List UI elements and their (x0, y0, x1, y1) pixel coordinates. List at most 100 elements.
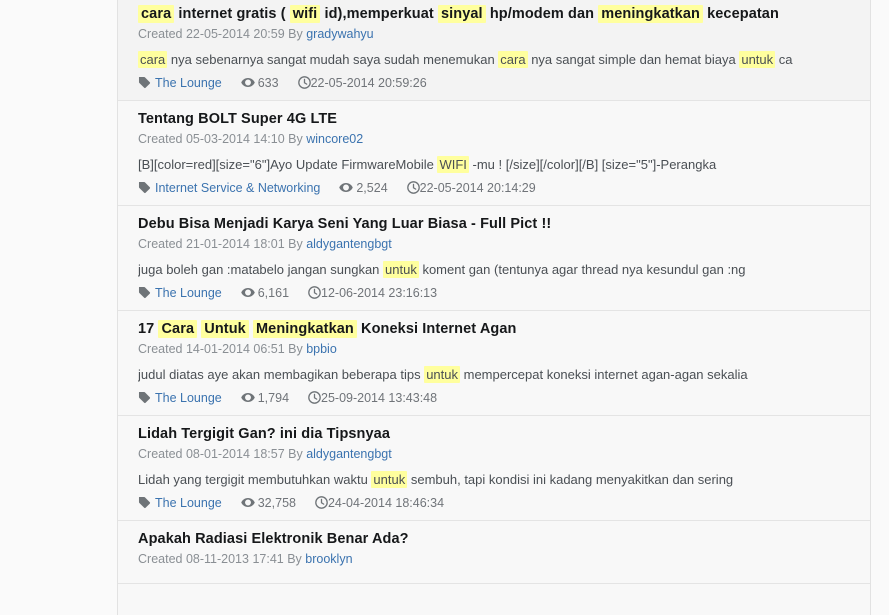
result-title[interactable]: Tentang BOLT Super 4G LTE (138, 109, 850, 130)
result-title[interactable]: cara internet gratis ( wifi id),memperku… (138, 4, 850, 25)
result-forum-link[interactable]: Internet Service & Networking (155, 181, 320, 195)
snippet-text: sembuh, tapi kondisi ini kadang menyakit… (407, 472, 734, 487)
snippet-highlight: cara (498, 51, 528, 68)
result-snippet: [B][color=red][size="6"]Ayo Update Firmw… (138, 155, 850, 174)
result-timestamp: 24-04-2014 18:46:34 (315, 495, 444, 512)
snippet-text: koment gan (tentunya agar thread nya kes… (418, 262, 746, 277)
title-highlight: meningkatkan (598, 5, 703, 23)
snippet-highlight: untuk (739, 51, 776, 68)
created-date: 08-11-2013 17:41 (185, 552, 284, 566)
created-label: Created (138, 237, 186, 251)
search-results-list: cara internet gratis ( wifi id),memperku… (117, 0, 871, 615)
clock-icon (315, 496, 328, 509)
title-text: id),memperkuat (320, 6, 438, 22)
by-label: By (284, 132, 307, 146)
left-gutter (0, 0, 117, 615)
snippet-text: judul diatas aye akan membagikan beberap… (138, 367, 425, 382)
title-text: internet gratis ( (174, 6, 290, 22)
title-text: hp/modem dan (485, 6, 599, 22)
result-author-link[interactable]: bpbio (306, 342, 337, 356)
title-text: Apakah Radiasi Elektronik Benar Ada? (138, 531, 409, 547)
result-views: 6,161 (240, 285, 290, 302)
title-highlight: Untuk (201, 320, 249, 338)
title-highlight: sinyal (437, 5, 486, 23)
result-title[interactable]: Apakah Radiasi Elektronik Benar Ada? (138, 529, 850, 550)
result-snippet: judul diatas aye akan membagikan beberap… (138, 365, 850, 384)
result-forum-link[interactable]: The Lounge (155, 496, 222, 510)
result-snippet: juga boleh gan :matabelo jangan sungkan … (138, 260, 850, 279)
snippet-text: ca (775, 52, 793, 67)
result-views-count: 32,758 (257, 496, 296, 510)
search-result-row[interactable]: Tentang BOLT Super 4G LTE Created 05-03-2… (118, 101, 870, 206)
result-views: 633 (240, 75, 279, 92)
title-text: Lidah Tergigit Gan? ini dia Tipsnyaa (138, 426, 391, 442)
title-text: Tentang BOLT Super 4G LTE (138, 111, 338, 127)
snippet-text: mempercepat koneksi internet agan-agan s… (460, 367, 748, 382)
result-meta: The Lounge 6,161 12-06-2014 23:16:13 (138, 285, 850, 302)
created-label: Created (138, 342, 186, 356)
search-result-row[interactable]: Apakah Radiasi Elektronik Benar Ada? Crea… (118, 521, 870, 584)
title-highlight: Meningkatkan (253, 320, 357, 338)
by-label: By (284, 342, 307, 356)
result-created-line: Created 08-01-2014 18:57 By aldygantengb… (138, 446, 850, 463)
result-author-link[interactable]: aldygantengbgt (306, 447, 392, 461)
snippet-text: nya sangat simple dan hemat biaya (527, 52, 740, 67)
result-created-line: Created 08-11-2013 17:41 By brooklyn (138, 551, 850, 568)
title-text: Koneksi Internet Agan (356, 321, 517, 337)
snippet-highlight: WIFI (437, 156, 469, 173)
snippet-highlight: cara (138, 51, 168, 68)
result-meta: The Lounge 1,794 25-09-2014 13:43:48 (138, 390, 850, 407)
snippet-text: [B][color=red][size="6"]Ayo Update Firmw… (138, 157, 438, 172)
result-forum-link[interactable]: The Lounge (155, 286, 222, 300)
eye-icon (240, 76, 255, 89)
result-created-line: Created 21-01-2014 18:01 By aldygantengb… (138, 236, 850, 253)
created-date: 14-01-2014 06:51 (185, 342, 285, 356)
clock-icon (308, 286, 321, 299)
tag-icon (138, 181, 151, 194)
result-forum-link[interactable]: The Lounge (155, 76, 222, 90)
result-views: 1,794 (240, 390, 289, 407)
created-label: Created (138, 447, 186, 461)
result-created-line: Created 05-03-2014 14:10 By wincore02 (138, 131, 850, 148)
result-title[interactable]: 17 Cara Untuk Meningkatkan Koneksi Inter… (138, 319, 850, 340)
snippet-text: -mu ! [/size][/color][/B] [size="5"]-Per… (468, 157, 717, 172)
created-label: Created (138, 132, 186, 146)
search-result-row[interactable]: Debu Bisa Menjadi Karya Seni Yang Luar B… (118, 206, 870, 311)
snippet-text: nya sebenarnya sangat mudah saya sudah m… (167, 52, 499, 67)
clock-icon (308, 391, 321, 404)
result-created-line: Created 22-05-2014 20:59 By gradywahyu (138, 26, 850, 43)
search-result-row[interactable]: 17 Cara Untuk Meningkatkan Koneksi Inter… (118, 311, 870, 416)
result-forum-link[interactable]: The Lounge (155, 391, 222, 405)
result-author-link[interactable]: gradywahyu (306, 27, 373, 41)
clock-icon (406, 181, 420, 194)
result-meta: Internet Service & Networking 2,524 22-05-… (138, 180, 850, 197)
search-result-row[interactable]: cara internet gratis ( wifi id),memperku… (118, 0, 870, 101)
by-label: By (284, 27, 307, 41)
snippet-highlight: untuk (371, 471, 408, 488)
created-date: 05-03-2014 14:10 (185, 132, 285, 146)
snippet-highlight: untuk (383, 261, 419, 278)
result-timestamp-value: 22-05-2014 20:59:26 (310, 76, 427, 90)
title-text: 17 (138, 321, 159, 337)
result-views-count: 6,161 (257, 286, 290, 300)
result-meta: The Lounge 633 22-05-2014 20:59:26 (138, 75, 850, 92)
tag-icon (138, 76, 151, 89)
result-author-link[interactable]: aldygantengbgt (306, 237, 392, 251)
result-snippet: cara nya sebenarnya sangat mudah saya su… (138, 50, 850, 69)
title-text: Debu Bisa Menjadi Karya Seni Yang Luar B… (138, 216, 552, 232)
title-highlight: Cara (158, 320, 198, 338)
result-views-count: 2,524 (356, 181, 388, 195)
result-author-link[interactable]: wincore02 (306, 132, 363, 146)
search-results-page: cara internet gratis ( wifi id),memperku… (0, 0, 889, 615)
result-title[interactable]: Debu Bisa Menjadi Karya Seni Yang Luar B… (138, 214, 850, 235)
result-title[interactable]: Lidah Tergigit Gan? ini dia Tipsnyaa (138, 424, 850, 445)
tag-icon (138, 286, 151, 299)
result-created-line: Created 14-01-2014 06:51 By bpbio (138, 341, 850, 358)
eye-icon (240, 496, 255, 509)
result-author-link[interactable]: brooklyn (305, 552, 352, 566)
eye-icon (240, 391, 255, 404)
tag-icon (138, 391, 151, 404)
search-result-row[interactable]: Lidah Tergigit Gan? ini dia Tipsnyaa Crea… (118, 416, 870, 521)
created-label: Created (138, 27, 186, 41)
snippet-text: juga boleh gan :matabelo jangan sungkan (138, 262, 384, 277)
